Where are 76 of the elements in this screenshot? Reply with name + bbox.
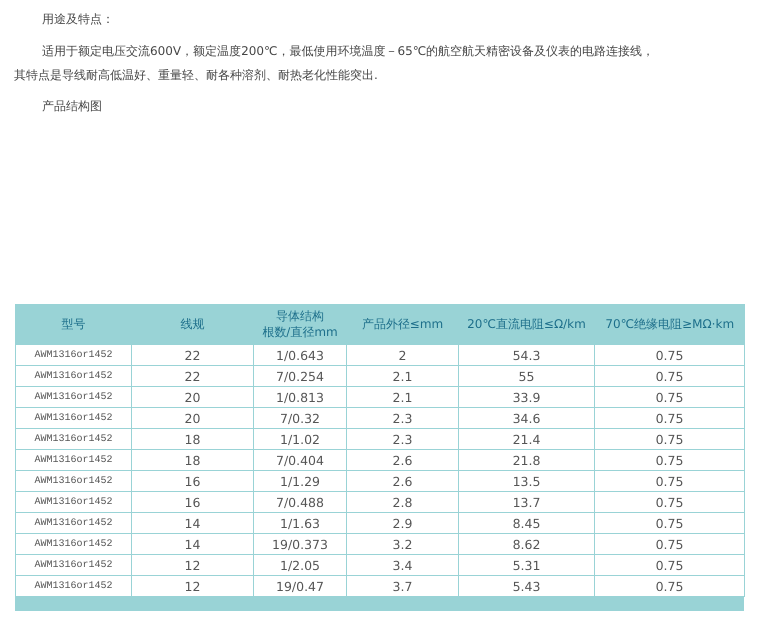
column-header: 导体结构 — [275, 308, 325, 324]
table-cell: 0.75 — [594, 492, 744, 512]
table-cell: 0.75 — [594, 470, 744, 492]
table-cell: AWM1316or1452 — [16, 470, 132, 492]
table-cell: AWM1316or1452 — [16, 408, 132, 428]
table-cell: 18 — [132, 450, 254, 470]
table-cell: 1/2.05 — [254, 554, 346, 576]
table-cell: AWM1316or1452 — [16, 428, 132, 450]
table-cell: 18 — [132, 428, 254, 450]
figure-caption: 产品结构图 — [41, 98, 103, 114]
table-cell: 7/0.32 — [254, 408, 346, 428]
section-heading: 用途及特点： — [41, 11, 115, 27]
table-cell: 7/0.404 — [254, 450, 346, 470]
table-cell: 1/0.643 — [254, 344, 346, 366]
table-cell: AWM1316or1452 — [16, 554, 132, 576]
table-cell: AWM1316or1452 — [16, 344, 132, 366]
table-cell: 3.4 — [346, 554, 458, 576]
table-cell: 13.5 — [458, 470, 594, 492]
table-cell: 0.75 — [594, 366, 744, 386]
table-cell: 7/0.254 — [254, 366, 346, 386]
table-cell: 54.3 — [458, 344, 594, 366]
table-cell: 1/0.813 — [254, 386, 346, 408]
column-header: 线规 — [180, 316, 206, 332]
table-cell: 19/0.373 — [254, 534, 346, 554]
table-cell: 0.75 — [594, 428, 744, 450]
table-cell: 0.75 — [594, 554, 744, 576]
table-cell: 2.1 — [346, 366, 458, 386]
table-cell: 1/1.63 — [254, 512, 346, 534]
table-cell: AWM1316or1452 — [16, 450, 132, 470]
table-cell: 8.62 — [458, 534, 594, 554]
table-cell: 2.9 — [346, 512, 458, 534]
table-cell: 0.75 — [594, 450, 744, 470]
column-header: 型号 — [60, 316, 86, 332]
table-cell: 14 — [132, 534, 254, 554]
table-cell: AWM1316or1452 — [16, 366, 132, 386]
table-cell: AWM1316or1452 — [16, 492, 132, 512]
table-cell: 55 — [458, 366, 594, 386]
table-cell: 16 — [132, 470, 254, 492]
table-cell: 20 — [132, 408, 254, 428]
table-cell: 21.4 — [458, 428, 594, 450]
table-cell: 34.6 — [458, 408, 594, 428]
table-cell: 2 — [346, 344, 458, 366]
table-cell: 22 — [132, 344, 254, 366]
table-cell: 13.7 — [458, 492, 594, 512]
table-cell: 2.1 — [346, 386, 458, 408]
table-cell: 21.8 — [458, 450, 594, 470]
table-cell: AWM1316or1452 — [16, 512, 132, 534]
table-cell: 3.2 — [346, 534, 458, 554]
table-cell: 33.9 — [458, 386, 594, 408]
table-cell: AWM1316or1452 — [16, 386, 132, 408]
table-cell: 0.75 — [594, 408, 744, 428]
table-cell: 0.75 — [594, 512, 744, 534]
description-paragraph: 适用于额定电压交流600V，额定温度200℃，最低使用环境温度－65℃的航空航天精密设备及仪表的电路连接线，其特点是导线耐高低温好、重量轻、耐各种溶剂、耐热老化性能突出. — [14, 43, 656, 84]
table-cell: 7/0.488 — [254, 492, 346, 512]
table-cell: 2.6 — [346, 450, 458, 470]
table-cell: 2.6 — [346, 470, 458, 492]
table-cell: 2.8 — [346, 492, 458, 512]
table-cell: 2.3 — [346, 428, 458, 450]
table-cell: 16 — [132, 492, 254, 512]
column-header: 产品外径≤mm — [360, 316, 444, 332]
table-cell: 0.75 — [594, 534, 744, 554]
table-cell: AWM1316or1452 — [16, 534, 132, 554]
table-cell: 8.45 — [458, 512, 594, 534]
table-cell: 14 — [132, 512, 254, 534]
table-cell: 0.75 — [594, 344, 744, 366]
table-cell: 20 — [132, 386, 254, 408]
table-cell: 1/1.29 — [254, 470, 346, 492]
table-cell: 22 — [132, 366, 254, 386]
table-cell: 12 — [132, 554, 254, 576]
column-subheader: 根数/直径mm — [261, 324, 339, 340]
table-cell: 5.31 — [458, 554, 594, 576]
column-header: 20℃直流电阻≤Ω/km — [466, 316, 587, 332]
table-cell: 1/1.02 — [254, 428, 346, 450]
column-header: 70℃绝缘电阻≥MΩ·km — [604, 316, 736, 332]
table-cell: 2.3 — [346, 408, 458, 428]
table-cell: 0.75 — [594, 386, 744, 408]
